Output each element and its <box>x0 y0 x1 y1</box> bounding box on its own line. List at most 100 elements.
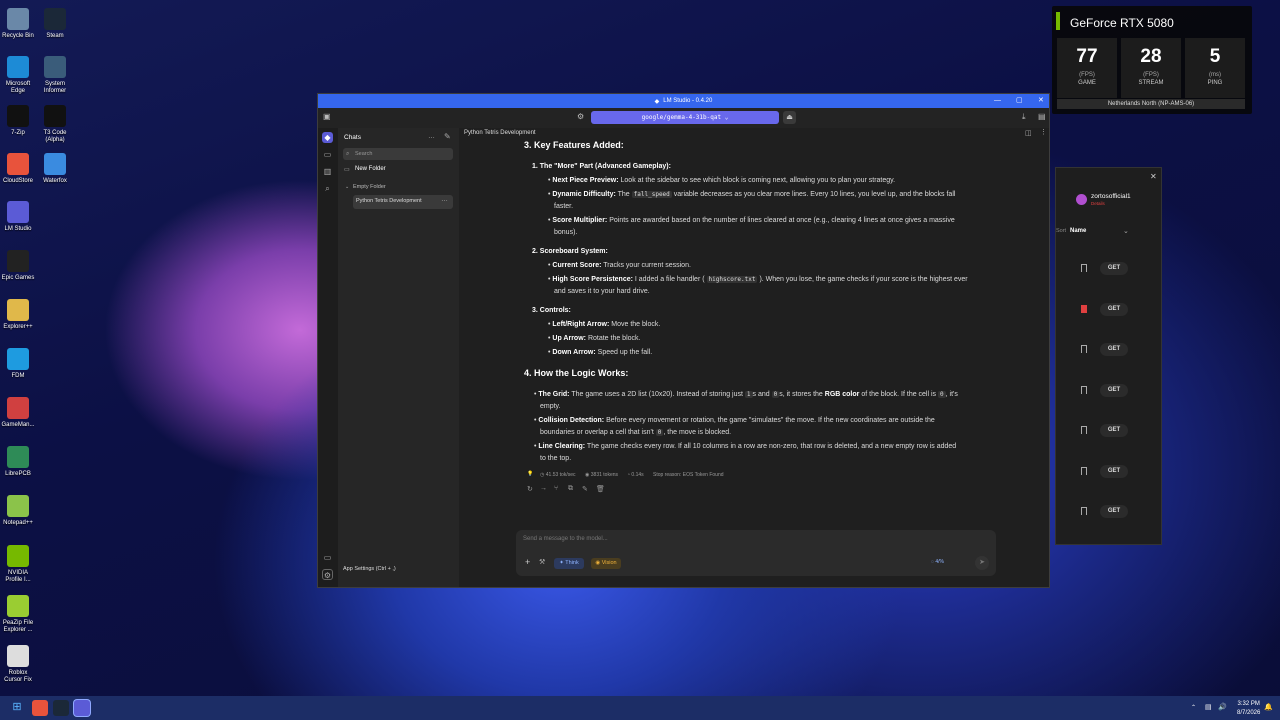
geforce-now-overlay: GeForce RTX 5080 77 (FPS) GAME 28 (FPS) … <box>1052 6 1252 114</box>
bookmark-icon[interactable] <box>1081 304 1087 313</box>
maximize-button[interactable]: ▢ <box>1016 94 1023 108</box>
taskbar-lm-studio[interactable] <box>74 700 90 716</box>
get-button[interactable]: GET <box>1100 302 1128 316</box>
think-toggle[interactable]: ✦ Think <box>554 558 584 569</box>
get-button[interactable]: GET <box>1100 262 1128 275</box>
column-name[interactable]: Name <box>1070 228 1086 234</box>
edit-icon[interactable]: ✎ <box>582 485 588 493</box>
message-input[interactable]: Send a message to the model... <box>523 536 608 542</box>
bookmark-icon[interactable] <box>1081 264 1087 272</box>
message-composer[interactable]: Send a message to the model... + ⚒ ✦ Thi… <box>516 530 996 576</box>
chevron-down-icon[interactable]: ⌄ <box>345 184 349 190</box>
desktop-icon-gameman[interactable]: GameMan... <box>0 397 36 429</box>
bookmark-icon[interactable] <box>1081 466 1087 475</box>
chats-heading: Chats <box>344 134 361 141</box>
models-icon[interactable]: ▥ <box>322 166 333 177</box>
stat-stream: 28 (FPS) STREAM <box>1121 38 1181 98</box>
server-icon[interactable]: ▭ <box>322 552 333 563</box>
more-options-icon[interactable]: … <box>428 133 435 140</box>
tray-chevron-icon[interactable]: ⌃ <box>1191 696 1196 720</box>
network-icon[interactable]: ▤ <box>1205 696 1212 720</box>
settings-icon[interactable]: ⚙ <box>322 569 333 580</box>
store-window[interactable]: ✕ zortosofficial1 Details Sort Name ⌄ GE… <box>1055 167 1162 545</box>
get-button[interactable]: GET <box>1100 505 1128 518</box>
desktop-icon-nvidia-profile-i[interactable]: NVIDIA Profile I... <box>0 545 36 584</box>
get-button[interactable]: GET <box>1100 383 1128 397</box>
desktop-icon-notepad[interactable]: Notepad++ <box>0 495 36 527</box>
split-view-icon[interactable]: ◫ <box>1025 129 1032 137</box>
tools-icon[interactable]: ⚒ <box>539 558 545 566</box>
desktop-icon-label: Microsoft Edge <box>5 81 31 94</box>
desktop-icon-label: System Informer <box>43 81 67 94</box>
chat-icon[interactable]: ◆ <box>322 132 333 143</box>
regenerate-icon[interactable]: ↻ <box>527 485 533 493</box>
chevron-down-icon[interactable]: ⌄ <box>1123 227 1129 235</box>
bookmark-icon[interactable] <box>1081 345 1087 353</box>
lm-studio-window[interactable]: ◆ LM Studio - 0.4.20 — ▢ ✕ ▣ ⚙ google/ge… <box>317 93 1050 588</box>
app-settings-link[interactable]: App Settings (Ctrl + ,) <box>343 566 396 572</box>
desktop-icon-steam[interactable]: Steam <box>37 8 73 40</box>
desktop-icon-peazip-file-explorer[interactable]: PeaZip File Explorer ... <box>0 595 36 634</box>
bookmark-icon[interactable] <box>1081 507 1087 515</box>
desktop-icon-label: Waterfox <box>43 178 67 184</box>
bookmark-icon[interactable] <box>1081 385 1087 394</box>
close-icon[interactable]: ✕ <box>1150 172 1157 181</box>
desktop-icon-fdm[interactable]: FDM <box>0 348 36 380</box>
sidebar-item-active-chat[interactable]: Python Tetris Development … <box>353 195 453 209</box>
chevron-down-icon: ⌄ <box>724 114 729 121</box>
desktop-icon-epic-games[interactable]: Epic Games <box>0 250 36 282</box>
desktop-icon-recycle-bin[interactable]: Recycle Bin <box>0 8 36 40</box>
desktop-icon-t3-code-alpha[interactable]: T3 Code (Alpha) <box>37 105 73 144</box>
branch-icon[interactable]: ⑂ <box>554 485 558 492</box>
desktop-icon-lm-studio[interactable]: LM Studio <box>0 201 36 233</box>
folder-empty[interactable]: Empty Folder <box>353 184 386 190</box>
taskbar-steam[interactable] <box>53 700 69 716</box>
desktop-icon-explorer[interactable]: Explorer++ <box>0 299 36 331</box>
more-options-icon[interactable]: … <box>441 196 448 203</box>
app-icon <box>7 153 29 175</box>
volume-icon[interactable]: 🔊 <box>1218 696 1227 720</box>
stat-speed: ◷ 41.53 tok/sec <box>540 472 576 478</box>
subheading-gameplay: 1. The "More" Part (Advanced Gameplay): <box>532 163 671 170</box>
copy-icon[interactable]: ⧉ <box>568 485 573 493</box>
desktop-icon-waterfox[interactable]: Waterfox <box>37 153 73 185</box>
avatar[interactable] <box>1076 194 1087 205</box>
developer-icon[interactable]: ▭ <box>322 149 333 160</box>
bookmark-icon[interactable] <box>1081 426 1087 434</box>
top-toolbar: ▣ ⚙ google/gemma-4-31b-qat ⌄ ⏏ ⤓ ▤ <box>318 108 1049 128</box>
taskbar-cloudstore[interactable] <box>32 700 48 716</box>
desktop-icon-roblox-cursor-fix[interactable]: Roblox Cursor Fix <box>0 645 36 684</box>
close-button[interactable]: ✕ <box>1038 94 1044 108</box>
eject-icon[interactable]: ⏏ <box>783 111 796 124</box>
continue-icon[interactable]: → <box>540 485 547 492</box>
vision-toggle[interactable]: ◉ Vision <box>591 558 621 569</box>
get-button[interactable]: GET <box>1100 464 1128 478</box>
panel-toggle-icon[interactable]: ▤ <box>1038 112 1046 121</box>
more-options-icon[interactable]: ⋮ <box>1040 128 1047 136</box>
desktop-icon-label: Explorer++ <box>3 324 33 330</box>
new-chat-icon[interactable]: ✎ <box>444 132 451 141</box>
add-attachment-icon[interactable]: + <box>525 557 530 567</box>
desktop-icon-microsoft-edge[interactable]: Microsoft Edge <box>0 56 36 95</box>
bullet-up: • Up Arrow: Rotate the block. <box>548 335 641 342</box>
discover-icon[interactable]: ⌕ <box>322 183 333 194</box>
notifications-icon[interactable]: 🔔 <box>1264 696 1273 720</box>
search-input[interactable]: ⌕ Search <box>343 148 453 160</box>
new-folder-button[interactable]: New Folder <box>355 166 386 172</box>
start-button[interactable]: ⊞ <box>9 700 25 716</box>
get-button[interactable]: GET <box>1100 424 1128 437</box>
model-selector[interactable]: google/gemma-4-31b-qat ⌄ <box>591 111 779 124</box>
delete-icon[interactable]: 🗑 <box>596 485 605 493</box>
desktop-icon-cloudstore[interactable]: CloudStore <box>0 153 36 185</box>
sidebar-toggle-icon[interactable]: ▣ <box>323 112 331 121</box>
send-button[interactable]: ➤ <box>975 556 989 570</box>
get-button[interactable]: GET <box>1100 343 1128 356</box>
clock[interactable]: 3:32 PM 8/7/2026 <box>1237 700 1260 718</box>
desktop-icon-librepcb[interactable]: LibrePCB <box>0 446 36 478</box>
settings-gear-icon[interactable]: ⚙ <box>577 112 584 121</box>
minimize-button[interactable]: — <box>994 94 1001 108</box>
desktop-icon-system-informer[interactable]: System Informer <box>37 56 73 95</box>
download-icon[interactable]: ⤓ <box>1022 112 1026 122</box>
new-folder-icon[interactable]: ▭ <box>344 166 350 173</box>
desktop-icon-7-zip[interactable]: 7-Zip <box>0 105 36 137</box>
